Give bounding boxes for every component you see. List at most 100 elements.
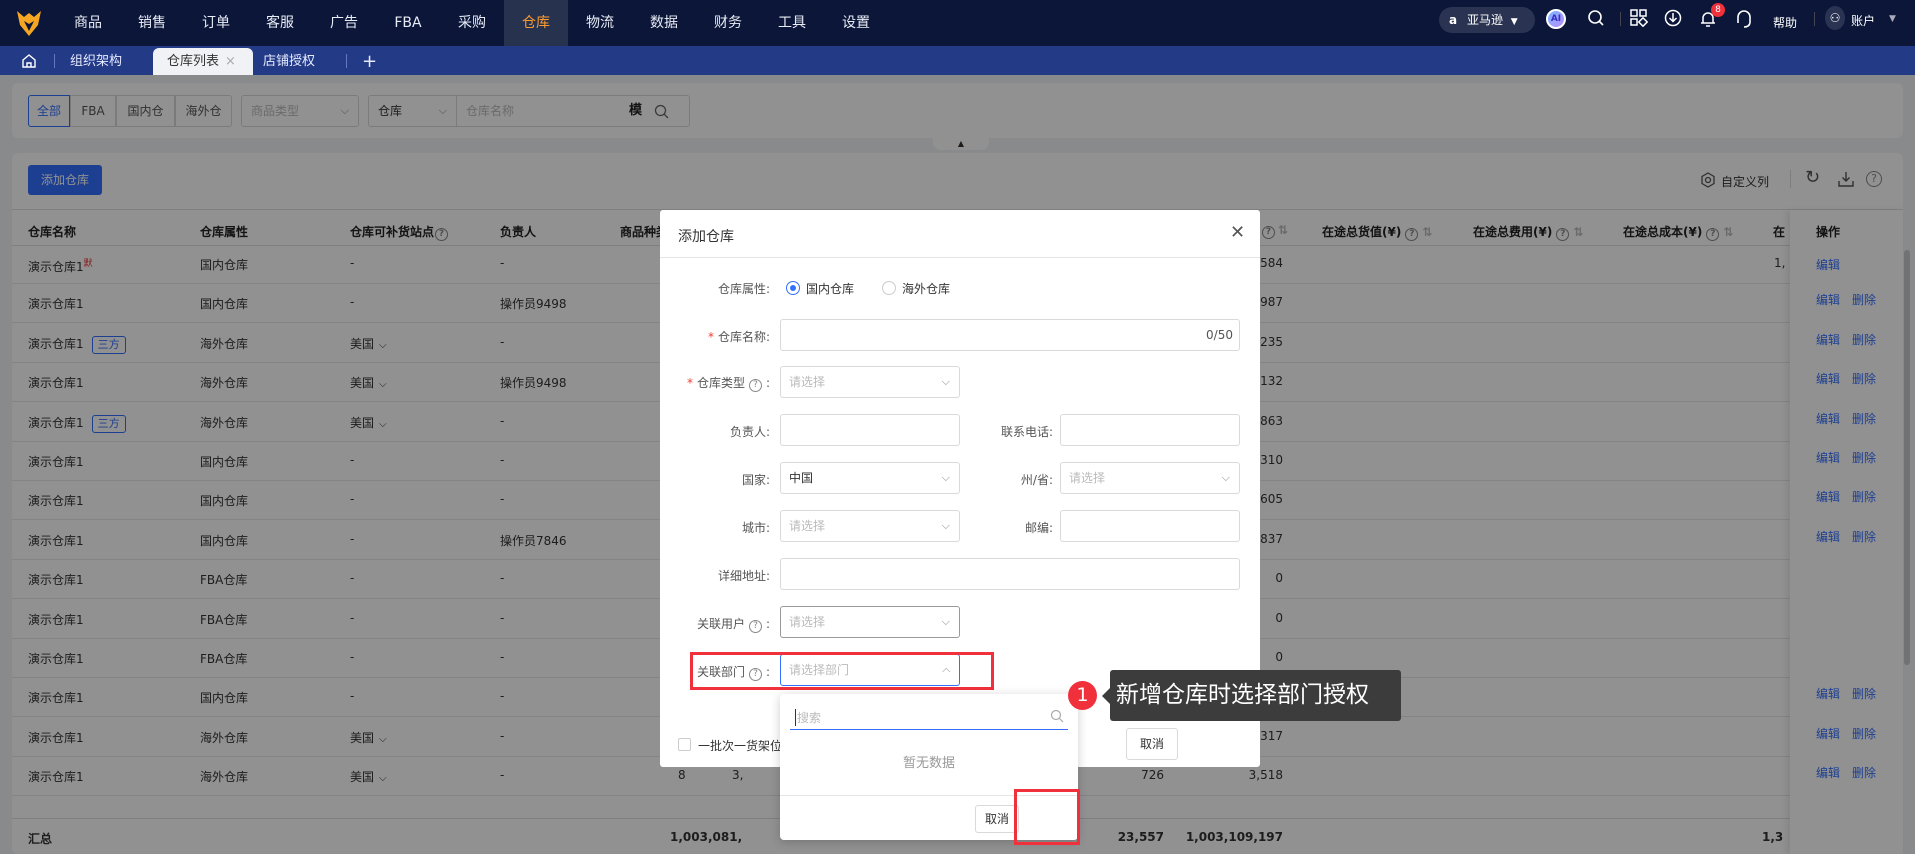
nav-item[interactable]: 财务 bbox=[696, 0, 760, 46]
ai-button[interactable]: AI bbox=[1546, 9, 1566, 29]
marketplace-switcher[interactable]: a 亚马逊 ▼ bbox=[1439, 7, 1535, 33]
country-select[interactable]: 中国 ⌵ bbox=[780, 462, 960, 494]
batch-shelf-label[interactable]: 一批次一货架位 bbox=[698, 737, 782, 754]
add-tab-button[interactable]: + bbox=[362, 48, 377, 75]
nav-item[interactable]: 客服 bbox=[248, 0, 312, 46]
nav-item[interactable]: 设置 bbox=[824, 0, 888, 46]
close-icon[interactable]: ✕ bbox=[1230, 222, 1245, 243]
type-label: * 仓库类型?: bbox=[686, 376, 770, 392]
phone-label: 联系电话: bbox=[1000, 425, 1053, 439]
radio-domestic-label[interactable]: 国内仓库 bbox=[806, 280, 854, 297]
nav-item[interactable]: 工具 bbox=[760, 0, 824, 46]
state-label: 州/省: bbox=[1020, 473, 1053, 487]
caret-down-icon[interactable]: ▼ bbox=[1889, 14, 1896, 24]
country-label: 国家: bbox=[741, 473, 770, 487]
avatar[interactable]: ⚇ bbox=[1825, 6, 1845, 30]
chevron-down-icon: ⌵ bbox=[1221, 471, 1230, 484]
marketplace-label: 亚马逊 bbox=[1466, 13, 1503, 27]
radio-domestic[interactable] bbox=[786, 281, 800, 295]
selected-value: 中国 bbox=[789, 471, 814, 485]
chevron-down-icon: ⌵ bbox=[941, 471, 950, 484]
ai-label: AI bbox=[1550, 14, 1562, 24]
caret-down-icon: ▼ bbox=[1510, 17, 1518, 27]
download-icon[interactable] bbox=[1664, 9, 1682, 27]
divider bbox=[346, 54, 347, 68]
close-tab-icon[interactable]: × bbox=[225, 54, 236, 69]
search-icon bbox=[1050, 709, 1064, 723]
divider bbox=[1620, 12, 1621, 26]
zip-label: 邮编: bbox=[1024, 521, 1053, 535]
headset-icon[interactable] bbox=[1735, 9, 1753, 29]
name-label: * 仓库名称: bbox=[707, 330, 770, 344]
tab-bar: 组织架构 仓库列表 × 店铺授权 + bbox=[0, 46, 1915, 75]
attr-label: 仓库属性: bbox=[717, 282, 770, 296]
annotation-tooltip: 新增仓库时选择部门授权 bbox=[1102, 670, 1401, 721]
nav-item[interactable]: 商品 bbox=[56, 0, 120, 46]
state-select[interactable]: 请选择 ⌵ bbox=[1060, 462, 1240, 494]
notification-count: 8 bbox=[1715, 5, 1721, 15]
highlight-box bbox=[690, 652, 994, 690]
chevron-down-icon: ⌵ bbox=[941, 615, 950, 628]
radio-overseas-label[interactable]: 海外仓库 bbox=[902, 280, 950, 297]
char-counter: 0/50 bbox=[1206, 328, 1233, 342]
warehouse-name-field[interactable]: 0/50 bbox=[780, 319, 1240, 351]
step-badge: 1 bbox=[1068, 681, 1097, 710]
empty-state: 暂无数据 bbox=[902, 756, 955, 771]
dialog-title: 添加仓库 bbox=[678, 229, 734, 245]
nav-item[interactable]: 订单 bbox=[184, 0, 248, 46]
amazon-icon: a bbox=[1449, 13, 1458, 27]
cancel-button[interactable]: 取消 bbox=[1126, 728, 1178, 760]
owner-field[interactable] bbox=[780, 414, 960, 446]
search-icon[interactable] bbox=[1587, 9, 1605, 27]
chevron-down-icon: ⌵ bbox=[941, 375, 950, 388]
nav-item[interactable]: FBA bbox=[376, 0, 440, 46]
dept-search-input[interactable]: 搜索 bbox=[790, 704, 1068, 730]
chevron-down-icon: ⌵ bbox=[941, 519, 950, 532]
top-navigation: 商品 销售 订单 客服 广告 FBA 采购 仓库 物流 数据 财务 工具 设置 a 亚马逊 ▼ AI 8… bbox=[0, 0, 1915, 46]
placeholder: 请选择 bbox=[789, 519, 826, 533]
city-label: 城市: bbox=[741, 521, 770, 535]
placeholder: 搜索 bbox=[795, 709, 822, 726]
phone-field[interactable] bbox=[1060, 414, 1240, 446]
nav-item[interactable]: 数据 bbox=[632, 0, 696, 46]
warehouse-type-select[interactable]: 请选择 ⌵ bbox=[780, 366, 960, 398]
city-select[interactable]: 请选择 ⌵ bbox=[780, 510, 960, 542]
save-button[interactable]: 保存 bbox=[1189, 728, 1240, 760]
nav-item[interactable]: 物流 bbox=[568, 0, 632, 46]
radio-overseas[interactable] bbox=[882, 281, 896, 295]
notification-badge: 8 bbox=[1711, 3, 1725, 17]
help-icon[interactable]: ? bbox=[748, 620, 762, 633]
tab-label: 仓库列表 bbox=[167, 54, 220, 69]
nav-item[interactable]: 广告 bbox=[312, 0, 376, 46]
dropdown-cancel-button[interactable]: 取消 bbox=[975, 805, 1019, 833]
placeholder: 请选择 bbox=[1069, 471, 1106, 485]
nav-item[interactable]: 采购 bbox=[440, 0, 504, 46]
logo-icon bbox=[17, 11, 41, 36]
tab-store-authorization[interactable]: 店铺授权 bbox=[263, 48, 315, 75]
tab-warehouse-list[interactable]: 仓库列表 × bbox=[153, 48, 253, 75]
help-link[interactable]: 帮助 bbox=[1773, 14, 1797, 31]
batch-shelf-checkbox[interactable] bbox=[678, 738, 691, 751]
address-field[interactable] bbox=[780, 558, 1240, 590]
label-text: 关联用户 bbox=[696, 617, 745, 631]
highlight-box bbox=[1014, 789, 1080, 845]
nav-item[interactable]: 仓库 bbox=[504, 0, 568, 46]
zip-field[interactable] bbox=[1060, 510, 1240, 542]
help-icon[interactable]: ? bbox=[748, 379, 762, 392]
divider bbox=[660, 257, 1260, 258]
divider bbox=[54, 54, 55, 68]
tab-org-structure[interactable]: 组织架构 bbox=[70, 48, 122, 75]
home-icon[interactable] bbox=[22, 54, 36, 68]
user-label: 关联用户?: bbox=[696, 617, 770, 633]
user-select[interactable]: 请选择 ⌵ bbox=[780, 606, 960, 638]
placeholder: 请选择 bbox=[789, 615, 826, 629]
nav-item[interactable]: 销售 bbox=[120, 0, 184, 46]
placeholder: 请选择 bbox=[789, 375, 826, 389]
divider bbox=[1814, 12, 1815, 26]
address-label: 详细地址: bbox=[717, 569, 770, 583]
apps-grid-icon[interactable] bbox=[1630, 9, 1648, 27]
label-text: 仓库名称: bbox=[717, 330, 770, 344]
label-text: 仓库类型 bbox=[696, 376, 745, 390]
owner-label: 负责人: bbox=[729, 425, 770, 439]
account-menu[interactable]: 账户 bbox=[1851, 12, 1875, 29]
